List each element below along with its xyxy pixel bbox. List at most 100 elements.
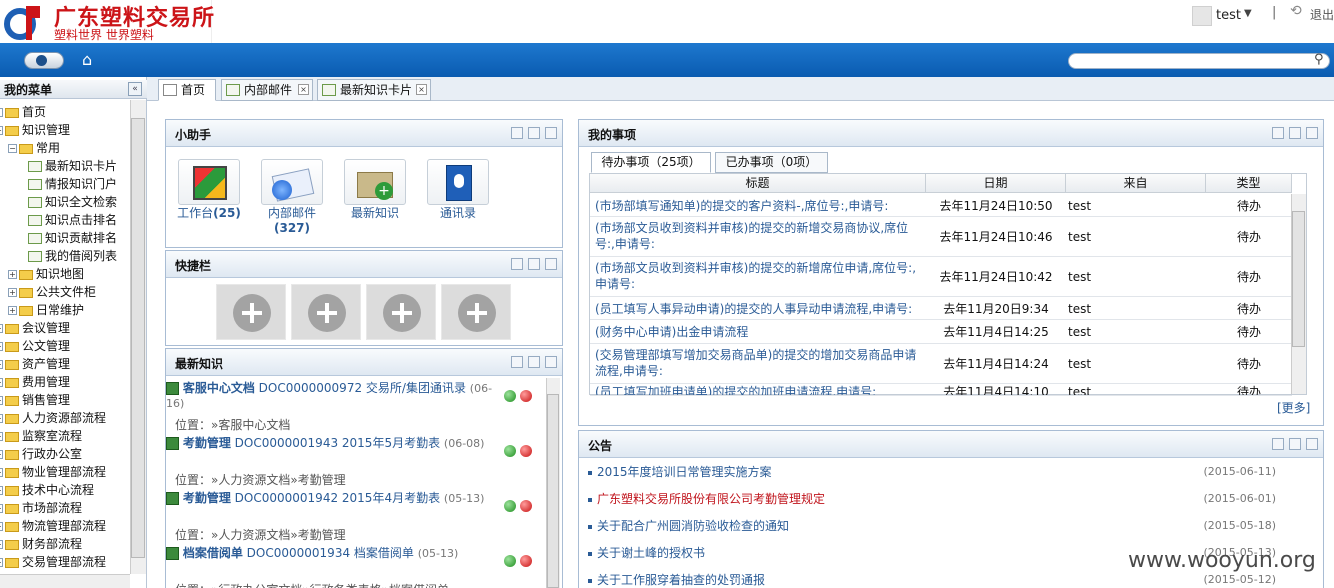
menu-item[interactable]: 首页	[0, 103, 46, 121]
add-shortcut-button[interactable]	[366, 284, 436, 340]
minimize-icon[interactable]	[511, 356, 523, 368]
refresh-icon[interactable]	[1289, 127, 1301, 139]
menu-item[interactable]: 情报知识门户	[28, 175, 117, 193]
expand-icon[interactable]: +	[0, 432, 3, 441]
table-row[interactable]: (员工填写人事异动申请)的提交的人事异动申请流程,申请号: 去年11月20日9:3…	[590, 297, 1292, 320]
expand-icon[interactable]: +	[8, 306, 17, 315]
menu-scrollbar-thumb[interactable]	[131, 118, 145, 558]
tab-internal-mail[interactable]: 内部邮件 ×	[221, 79, 313, 101]
expand-icon[interactable]	[0, 108, 3, 117]
expand-icon[interactable]: +	[0, 540, 3, 549]
task-title[interactable]: (市场部文员收到资料并审核)的提交的新增席位申请,席位号:,申请号:	[595, 260, 917, 292]
table-row[interactable]: (员工填写加班申请单)的提交的加班申请流程,申请号: 去年11月4日14:10 te…	[590, 384, 1292, 396]
home-icon[interactable]: ⌂	[82, 50, 92, 69]
menu-item[interactable]: 我的借阅列表	[28, 247, 117, 265]
refresh-icon[interactable]	[528, 356, 540, 368]
menu-item[interactable]: + 技术中心流程	[0, 481, 94, 499]
logout-icon[interactable]: ⟲	[1290, 3, 1302, 19]
task-title[interactable]: (市场部填写通知单)的提交的客户资料-,席位号:,申请号:	[595, 198, 917, 214]
knowledge-scrollbar-thumb[interactable]	[547, 394, 559, 588]
tab-done-tasks[interactable]: 已办事项（0项）	[715, 152, 828, 173]
tab-latest-knowledge[interactable]: 最新知识卡片 ×	[317, 79, 431, 101]
knowledge-item[interactable]: 考勤管理 DOC0000001942 2015年4月考勤表 (05-13)	[166, 491, 496, 506]
collapse-menu-button[interactable]: «	[128, 82, 142, 96]
table-row[interactable]: (市场部文员收到资料并审核)的提交的新增交易商协议,席位号:,申请号: 去年11月…	[590, 217, 1292, 257]
menu-item[interactable]: − 常用	[8, 139, 60, 157]
close-icon[interactable]: ×	[298, 84, 309, 95]
notice-item[interactable]: 2015年度培训日常管理实施方案 (2015-06-11)	[588, 463, 1308, 481]
menu-item[interactable]: − 知识管理	[0, 121, 70, 139]
menu-item[interactable]: 知识全文检索	[28, 193, 117, 211]
minimize-icon[interactable]	[511, 258, 523, 270]
search-icon[interactable]: ⚲	[1314, 52, 1324, 67]
more-link[interactable]: [更多]	[1277, 399, 1310, 416]
menu-item[interactable]: 知识贡献排名	[28, 229, 117, 247]
menu-item[interactable]: + 日常维护	[8, 301, 84, 319]
maximize-icon[interactable]	[1306, 438, 1318, 450]
menu-item[interactable]: + 监察室流程	[0, 427, 82, 445]
notice-item[interactable]: 关于配合广州圆消防验收检查的通知 (2015-05-18)	[588, 517, 1308, 535]
helper-workbench[interactable]: 工作台(25)	[177, 159, 241, 221]
menu-item[interactable]: + 资产管理	[0, 355, 70, 373]
user-name[interactable]: test	[1216, 8, 1241, 23]
task-title[interactable]: (市场部文员收到资料并审核)的提交的新增交易商协议,席位号:,申请号:	[595, 220, 917, 252]
expand-icon[interactable]: +	[0, 504, 3, 513]
column-header-title[interactable]: 标题	[590, 174, 926, 193]
menu-item[interactable]: + 行政办公室	[0, 445, 82, 463]
column-header-type[interactable]: 类型	[1206, 174, 1292, 193]
menu-item[interactable]: + 费用管理	[0, 373, 70, 391]
menu-item[interactable]: 知识点击排名	[28, 211, 117, 229]
task-title[interactable]: (员工填写加班申请单)的提交的加班申请流程,申请号:	[595, 384, 917, 395]
task-title[interactable]: (员工填写人事异动申请)的提交的人事异动申请流程,申请号:	[595, 301, 917, 317]
logout-link[interactable]: 退出	[1310, 6, 1334, 23]
refresh-icon[interactable]	[528, 127, 540, 139]
task-title[interactable]: (财务中心申请)出金申请流程	[595, 324, 917, 340]
table-row[interactable]: (财务中心申请)出金申请流程 去年11月4日14:25 test 待办	[590, 320, 1292, 344]
expand-icon[interactable]: +	[8, 288, 17, 297]
add-shortcut-button[interactable]	[441, 284, 511, 340]
helper-new-knowledge[interactable]: + 最新知识	[343, 159, 407, 221]
maximize-icon[interactable]	[545, 127, 557, 139]
notice-title[interactable]: 广东塑料交易所股份有限公司考勤管理规定	[597, 492, 825, 506]
expand-icon[interactable]: +	[0, 360, 3, 369]
brand-logo[interactable]: 广东塑料交易所 塑料世界 世界塑料	[0, 0, 214, 43]
menu-item[interactable]: + 市场部流程	[0, 499, 82, 517]
tasks-scrollbar-thumb[interactable]	[1292, 211, 1305, 347]
menu-item[interactable]: + 会议管理	[0, 319, 70, 337]
tab-pending-tasks[interactable]: 待办事项（25项）	[591, 152, 711, 173]
expand-icon[interactable]: +	[0, 342, 3, 351]
column-header-from[interactable]: 来自	[1066, 174, 1206, 193]
helper-address-book[interactable]: 通讯录	[426, 159, 490, 221]
tab-home[interactable]: 首页	[158, 79, 216, 101]
menu-horizontal-scrollbar[interactable]	[0, 574, 130, 588]
user-avatar[interactable]	[1192, 6, 1212, 26]
menu-item[interactable]: + 公共文件柜	[8, 283, 96, 301]
menu-item[interactable]: 最新知识卡片	[28, 157, 117, 175]
menu-item[interactable]: + 财务部流程	[0, 535, 82, 553]
menu-item[interactable]: + 物业管理部流程	[0, 463, 106, 481]
knowledge-item[interactable]: 考勤管理 DOC0000001943 2015年5月考勤表 (06-08)	[166, 436, 496, 451]
notice-title[interactable]: 关于配合广州圆消防验收检查的通知	[597, 519, 789, 533]
maximize-icon[interactable]	[1306, 127, 1318, 139]
search-input[interactable]	[1068, 53, 1330, 69]
menu-item[interactable]: + 销售管理	[0, 391, 70, 409]
add-shortcut-button[interactable]	[291, 284, 361, 340]
expand-icon[interactable]: +	[0, 468, 3, 477]
table-row[interactable]: (市场部文员收到资料并审核)的提交的新增席位申请,席位号:,申请号: 去年11月2…	[590, 257, 1292, 297]
helper-mail[interactable]: 内部邮件 (327)	[260, 159, 324, 235]
column-header-date[interactable]: 日期	[926, 174, 1066, 193]
expand-icon[interactable]: +	[0, 522, 3, 531]
notice-title[interactable]: 关于工作服穿着抽查的处罚通报	[597, 573, 765, 587]
collapse-icon[interactable]: −	[0, 126, 3, 135]
minimize-icon[interactable]	[1272, 438, 1284, 450]
task-title[interactable]: (交易管理部填写增加交易商品单)的提交的增加交易商品申请流程,申请号:	[595, 347, 917, 379]
minimize-icon[interactable]	[511, 127, 523, 139]
knowledge-item[interactable]: 客服中心文档 DOC0000000972 交易所/集团通讯录 (06-16)	[166, 381, 496, 411]
refresh-icon[interactable]	[1289, 438, 1301, 450]
maximize-icon[interactable]	[545, 356, 557, 368]
notice-item[interactable]: 关于工作服穿着抽查的处罚通报 (2015-05-12)	[588, 571, 1308, 588]
expand-icon[interactable]: +	[0, 558, 3, 567]
close-icon[interactable]: ×	[416, 84, 427, 95]
refresh-icon[interactable]	[528, 258, 540, 270]
table-row[interactable]: (交易管理部填写增加交易商品单)的提交的增加交易商品申请流程,申请号: 去年11月…	[590, 344, 1292, 384]
